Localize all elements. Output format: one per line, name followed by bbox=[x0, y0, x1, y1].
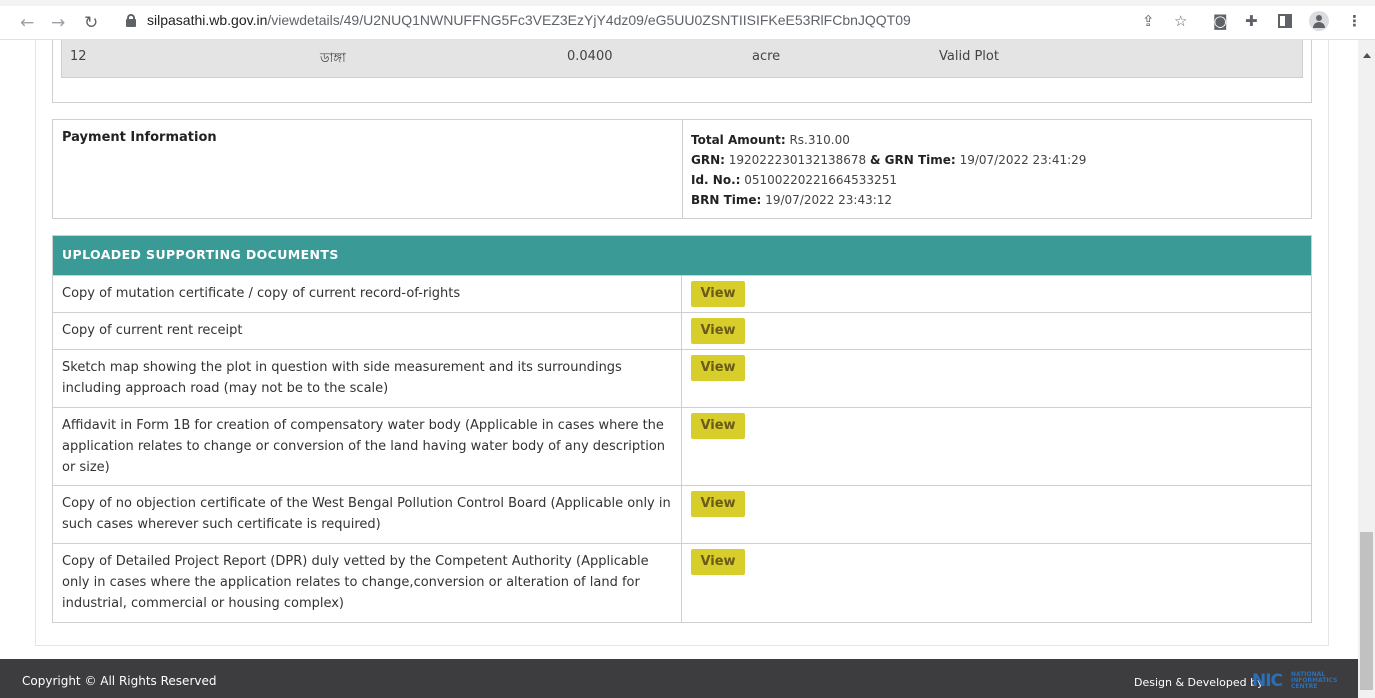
table-row: Copy of no objection certificate of the … bbox=[53, 485, 1311, 543]
side-panel-icon[interactable] bbox=[1278, 14, 1292, 28]
lock-icon[interactable] bbox=[126, 14, 136, 27]
brn-label: BRN Time: bbox=[691, 193, 762, 207]
table-row: Sketch map showing the plot in question … bbox=[53, 349, 1311, 407]
grn-time-label: & GRN Time: bbox=[870, 153, 956, 167]
forward-arrow-icon[interactable]: → bbox=[51, 15, 65, 32]
url-text[interactable]: silpasathi.wb.gov.in/viewdetails/49/U2NU… bbox=[147, 12, 911, 28]
grn-line: GRN: 192022230132138678 & GRN Time: 19/0… bbox=[691, 150, 1086, 170]
payment-details: Total Amount: Rs.310.00 GRN: 19202223013… bbox=[691, 130, 1086, 210]
total-amount-line: Total Amount: Rs.310.00 bbox=[691, 130, 1086, 150]
nic-logo-line: CENTRE bbox=[1291, 683, 1318, 690]
document-label: Copy of Detailed Project Report (DPR) du… bbox=[53, 544, 682, 622]
reload-icon[interactable]: ↻ bbox=[84, 15, 98, 32]
id-line: Id. No.: 05100220221664533251 bbox=[691, 170, 1086, 190]
scrollbar-thumb[interactable] bbox=[1360, 532, 1373, 690]
view-button[interactable]: View bbox=[691, 413, 745, 439]
id-value: 05100220221664533251 bbox=[744, 173, 897, 187]
nic-logo-text: NATIONAL INFORMATICS CENTRE bbox=[1291, 672, 1337, 690]
url-domain: silpasathi.wb.gov.in bbox=[147, 12, 268, 28]
plot-area: 0.0400 bbox=[567, 49, 613, 64]
payment-info-box: Payment Information Total Amount: Rs.310… bbox=[52, 119, 1312, 219]
table-row: Affidavit in Form 1B for creation of com… bbox=[53, 407, 1311, 485]
payment-title: Payment Information bbox=[62, 130, 217, 145]
documents-header: UPLOADED SUPPORTING DOCUMENTS bbox=[53, 236, 1311, 275]
url-path: /viewdetails/49/U2NUQ1NWNUFFNG5Fc3VEZ3Ez… bbox=[267, 12, 911, 28]
grn-value: 192022230132138678 bbox=[728, 153, 867, 167]
tab-strip bbox=[0, 0, 1375, 6]
star-icon[interactable]: ☆ bbox=[1174, 13, 1187, 29]
scroll-up-arrow-icon[interactable] bbox=[1363, 53, 1371, 58]
area-unit: acre bbox=[752, 49, 781, 64]
document-label: Copy of current rent receipt bbox=[53, 313, 682, 349]
document-label: Copy of mutation certificate / copy of c… bbox=[53, 276, 682, 312]
profile-icon[interactable] bbox=[1309, 11, 1329, 31]
table-row: 12 ডাঙ্গা 0.0400 acre Valid Plot bbox=[61, 40, 1303, 78]
column-divider bbox=[682, 120, 683, 218]
camera-icon[interactable]: ◙ bbox=[1213, 13, 1228, 29]
id-label: Id. No.: bbox=[691, 173, 741, 187]
view-button[interactable]: View bbox=[691, 491, 745, 517]
plot-status: Valid Plot bbox=[939, 49, 999, 64]
view-button[interactable]: View bbox=[691, 549, 745, 575]
nic-logo[interactable]: NIC NATIONAL INFORMATICS CENTRE bbox=[1252, 671, 1340, 691]
table-row: Copy of Detailed Project Report (DPR) du… bbox=[53, 543, 1311, 622]
view-button[interactable]: View bbox=[691, 318, 745, 344]
browser-toolbar: ← → ↻ silpasathi.wb.gov.in/viewdetails/4… bbox=[0, 0, 1375, 40]
view-button[interactable]: View bbox=[691, 281, 745, 307]
grn-time-value: 19/07/2022 23:41:29 bbox=[959, 153, 1087, 167]
document-label: Affidavit in Form 1B for creation of com… bbox=[53, 408, 682, 485]
scrollbar[interactable] bbox=[1358, 40, 1375, 698]
table-row: Copy of current rent receipt View bbox=[53, 312, 1311, 349]
document-label: Copy of no objection certificate of the … bbox=[53, 486, 682, 543]
total-amount-value: Rs.310.00 bbox=[789, 133, 850, 147]
view-button[interactable]: View bbox=[691, 355, 745, 381]
land-type: ডাঙ্গা bbox=[320, 51, 346, 66]
grn-label: GRN: bbox=[691, 153, 725, 167]
copyright-text: Copyright © All Rights Reserved bbox=[22, 674, 217, 688]
plot-number: 12 bbox=[70, 49, 87, 64]
address-bar[interactable]: silpasathi.wb.gov.in/viewdetails/49/U2NU… bbox=[116, 11, 1339, 35]
documents-table: UPLOADED SUPPORTING DOCUMENTS Copy of mu… bbox=[52, 235, 1312, 623]
brn-value: 19/07/2022 23:43:12 bbox=[765, 193, 893, 207]
brn-line: BRN Time: 19/07/2022 23:43:12 bbox=[691, 190, 1086, 210]
back-arrow-icon[interactable]: ← bbox=[20, 15, 34, 32]
nic-logo-mark: NIC bbox=[1252, 671, 1283, 691]
total-amount-label: Total Amount: bbox=[691, 133, 786, 147]
document-label: Sketch map showing the plot in question … bbox=[53, 350, 682, 407]
menu-icon[interactable]: ⋮ bbox=[1347, 13, 1362, 29]
extensions-icon[interactable]: ✚ bbox=[1245, 13, 1258, 29]
share-icon[interactable]: ⇪ bbox=[1142, 13, 1155, 29]
table-row: Copy of mutation certificate / copy of c… bbox=[53, 275, 1311, 312]
page-footer: Copyright © All Rights Reserved Design &… bbox=[0, 659, 1358, 698]
design-credit-text: Design & Developed by bbox=[1134, 676, 1264, 689]
